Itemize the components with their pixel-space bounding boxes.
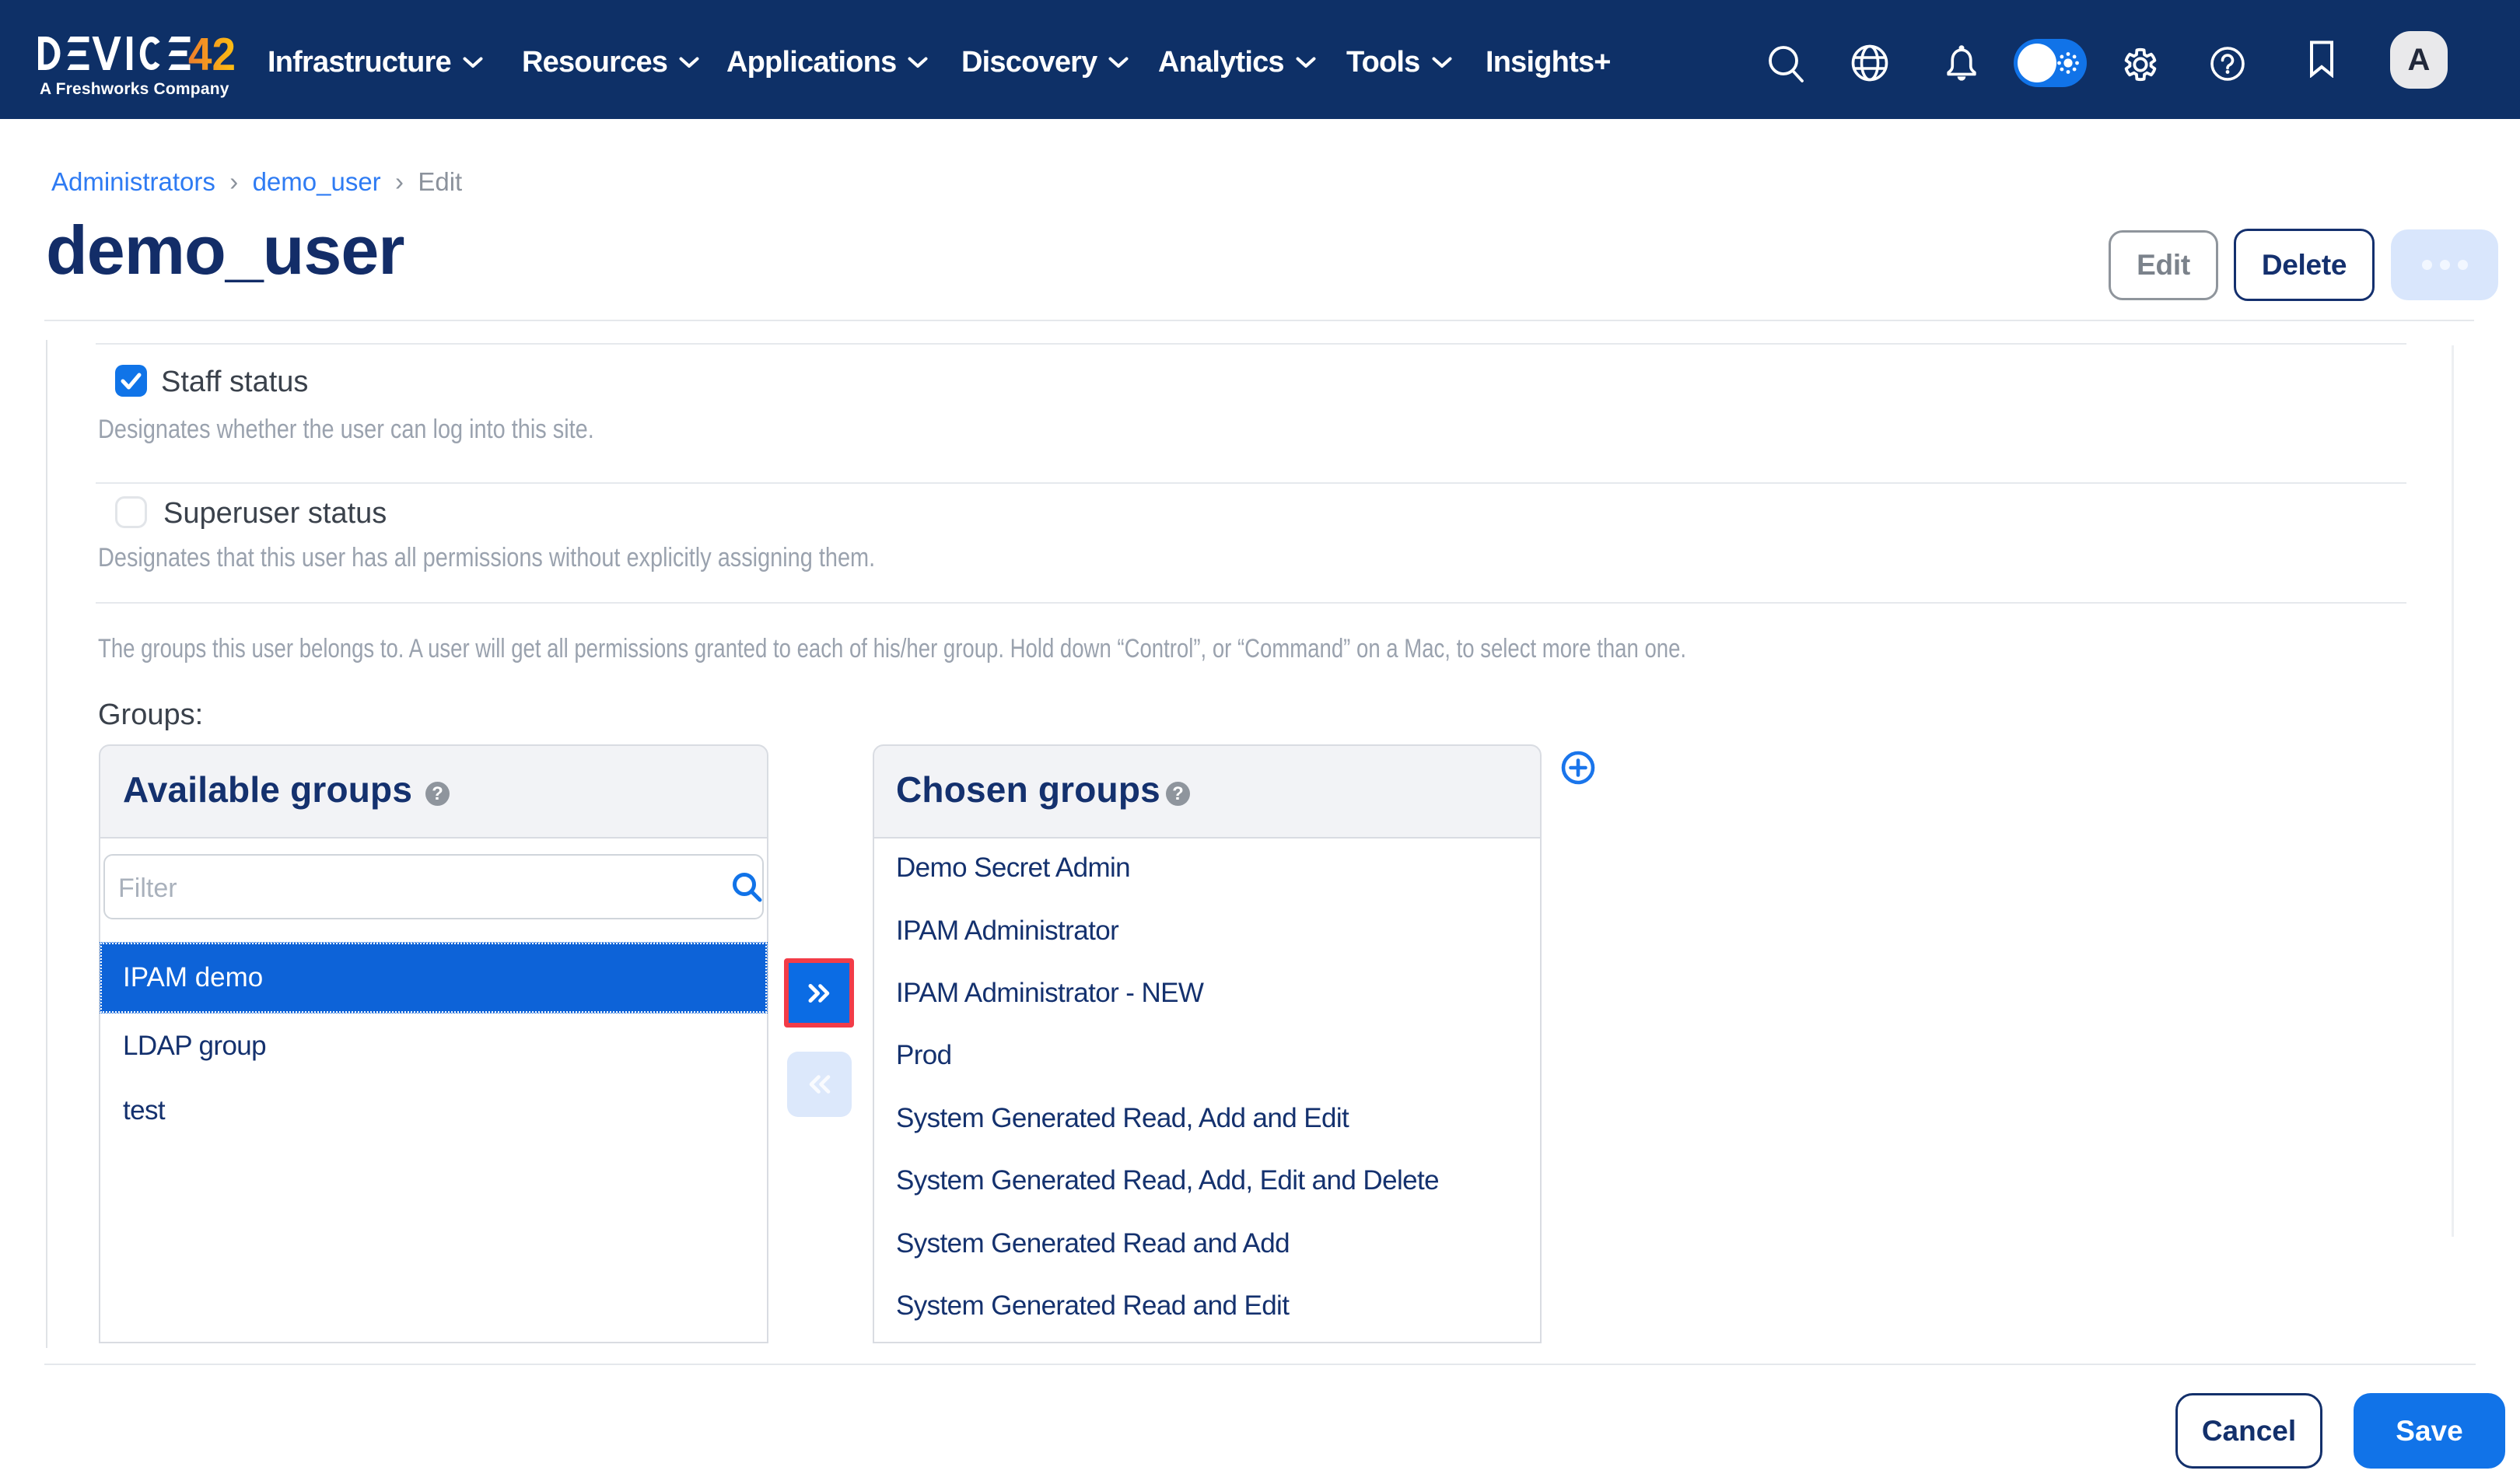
svg-text:42: 42 xyxy=(188,37,236,72)
